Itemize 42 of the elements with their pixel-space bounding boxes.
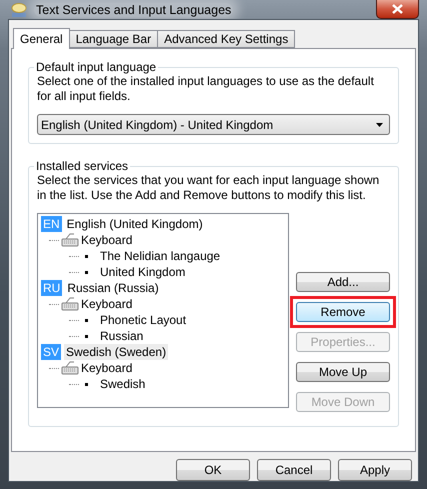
close-button[interactable] bbox=[376, 0, 419, 19]
action-button[interactable]: Remove bbox=[296, 302, 390, 322]
group-legend: Installed services bbox=[34, 159, 130, 173]
language-code: RU bbox=[41, 280, 62, 296]
bullet-icon bbox=[85, 270, 88, 274]
language-dropdown[interactable]: English (United Kingdom) - United Kingdom bbox=[37, 114, 390, 135]
tree-item[interactable]: Swedish (Sweden) bbox=[64, 344, 168, 360]
services-tree[interactable]: EN English (United Kingdom) Keyboard The Nelidian langauge United Kingdom RU Russian (Russia) Keyboard Phonetic Layout Russian SV Swedish (Sweden) Keyboard Swedish bbox=[37, 213, 289, 408]
tree-item[interactable]: Russian bbox=[98, 328, 146, 344]
dropdown-arrow-icon bbox=[376, 122, 383, 126]
keyboard-icon bbox=[61, 233, 79, 247]
tree-item[interactable]: Keyboard bbox=[79, 232, 134, 248]
close-icon bbox=[392, 4, 403, 14]
tree-item[interactable]: English (United Kingdom) bbox=[64, 216, 205, 232]
dialog-button[interactable]: OK bbox=[176, 459, 250, 481]
speech-bubble-icon bbox=[10, 2, 28, 18]
keyboard-icon bbox=[61, 297, 79, 311]
bullet-icon bbox=[85, 334, 88, 338]
group-legend: Default input language bbox=[34, 60, 158, 74]
tree-item[interactable]: Keyboard bbox=[79, 360, 134, 376]
language-code: EN bbox=[41, 216, 62, 232]
bullet-icon bbox=[85, 254, 88, 258]
tab[interactable]: Language Bar bbox=[68, 30, 158, 48]
window-title: Text Services and Input Languages bbox=[34, 2, 234, 16]
action-button[interactable]: Move Up bbox=[296, 362, 390, 382]
tree-item[interactable]: Russian (Russia) bbox=[65, 280, 161, 296]
tree-item[interactable]: Keyboard bbox=[79, 296, 134, 312]
keyboard-icon bbox=[61, 361, 79, 375]
tree-item[interactable]: United Kingdom bbox=[98, 264, 188, 280]
tab[interactable]: General bbox=[13, 28, 70, 49]
tree-item[interactable]: The Nelidian langauge bbox=[98, 248, 222, 264]
description: Select the services that you want for each input language shown in the list. Use the Add and Remove buttons to modify this list. bbox=[37, 173, 380, 203]
dialog-button[interactable]: Apply bbox=[338, 459, 412, 481]
tree-item[interactable]: Phonetic Layout bbox=[98, 312, 188, 328]
language-code: SV bbox=[41, 344, 62, 360]
action-button[interactable]: Add... bbox=[296, 272, 390, 292]
dialog-button[interactable]: Cancel bbox=[257, 459, 331, 481]
bullet-icon bbox=[85, 382, 88, 386]
tree-item[interactable]: Swedish bbox=[98, 376, 148, 392]
bullet-icon bbox=[85, 318, 88, 322]
tab[interactable]: Advanced Key Settings bbox=[157, 30, 296, 48]
description: Select one of the installed input languages to use as the default for all input fields. bbox=[37, 74, 375, 104]
